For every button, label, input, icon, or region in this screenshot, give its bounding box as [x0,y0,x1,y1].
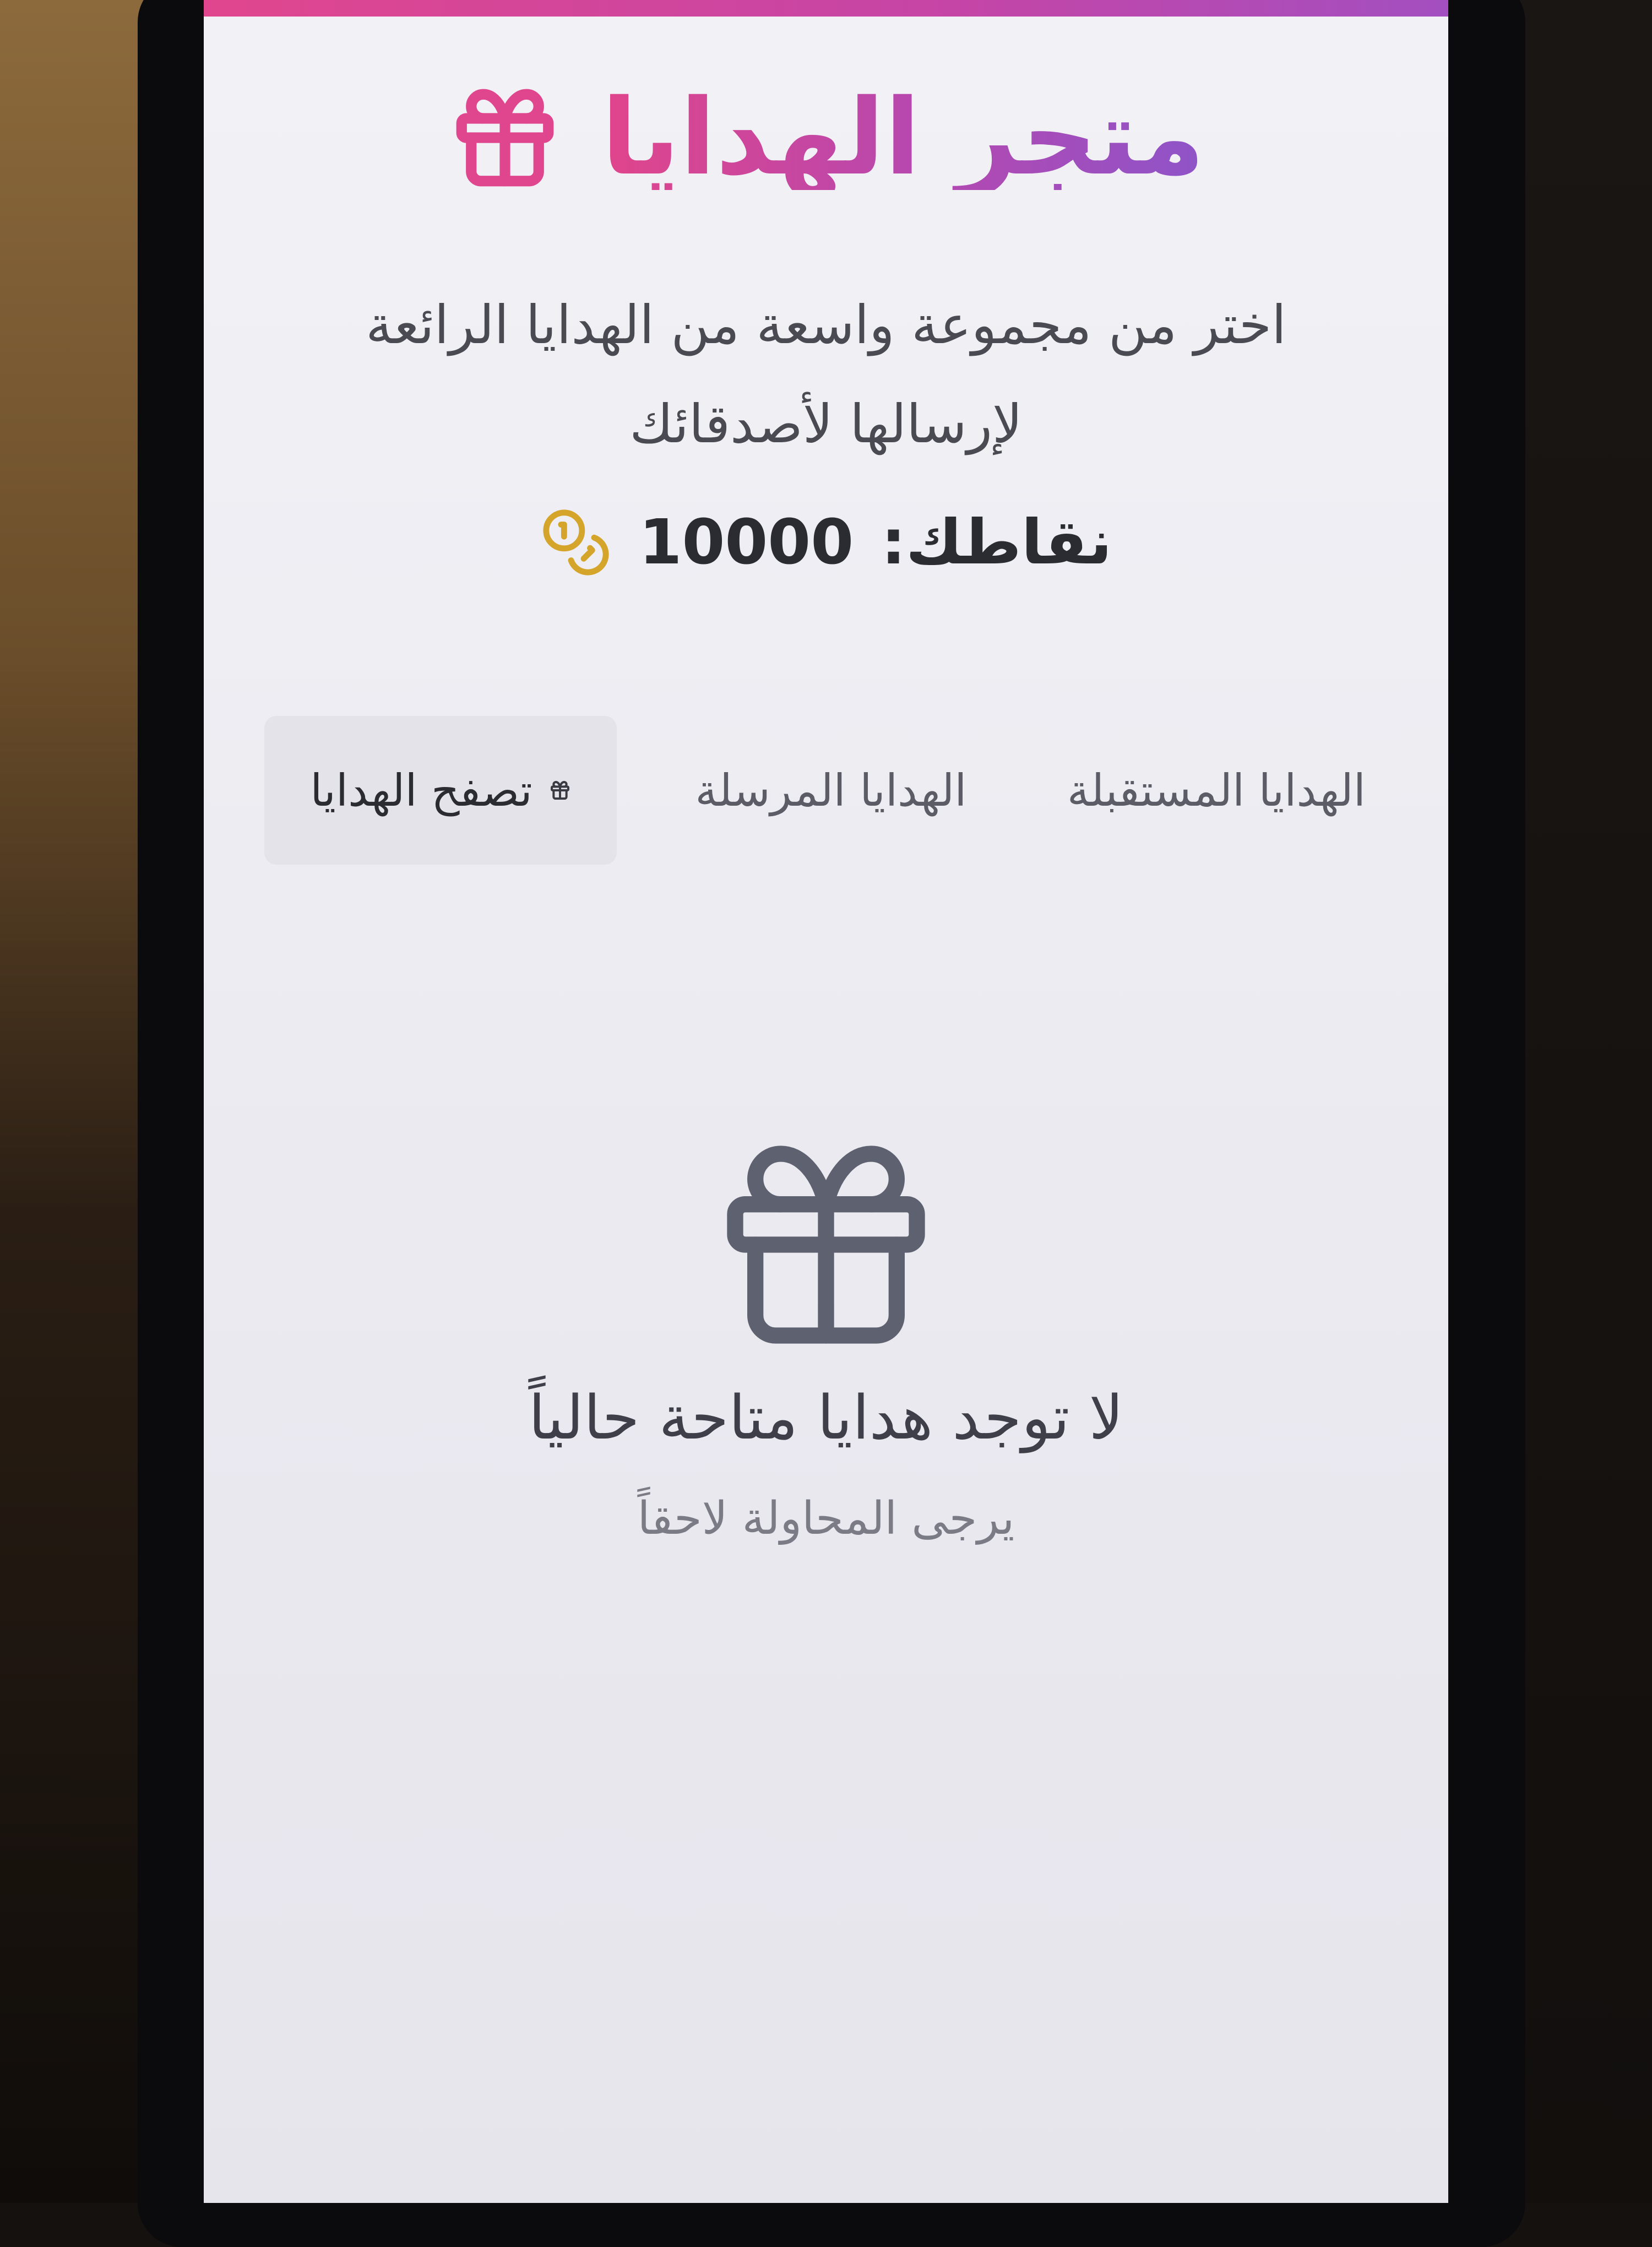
tab-label: تصفح الهدايا [310,764,532,816]
points-value: 10000 [639,507,854,578]
phone-screen: متجر الهدايا اختر من مجموعة واسعة من اله… [204,0,1448,2203]
gift-tabs: الهدايا المستقبلة الهدايا المرسلة تصفح ا… [264,710,1388,870]
page-title: متجر الهدايا [601,77,1205,198]
top-accent-bar [204,0,1448,17]
empty-state-subtitle: يرجى المحاولة لاحقاً [637,1492,1015,1545]
empty-state-title: لا توجد هدايا متاحة حالياً [528,1382,1124,1453]
tab-browse-gifts[interactable]: تصفح الهدايا [264,716,617,865]
gift-icon [456,89,554,187]
tab-label: الهدايا المرسلة [695,764,967,816]
tab-sent-gifts[interactable]: الهدايا المرسلة [673,716,988,865]
coins-icon [542,509,608,576]
page-subtitle: اختر من مجموعة واسعة من الهدايا الرائعة … [366,294,1286,455]
gift-icon [727,1146,925,1344]
tab-received-gifts[interactable]: الهدايا المستقبلة [1045,716,1388,865]
points-balance: نقاطك: 10000 [204,496,1448,589]
tab-label: الهدايا المستقبلة [1067,764,1366,816]
page-header: متجر الهدايا [204,66,1448,209]
points-label: نقاطك: [881,507,1112,578]
gift-icon [550,781,569,800]
